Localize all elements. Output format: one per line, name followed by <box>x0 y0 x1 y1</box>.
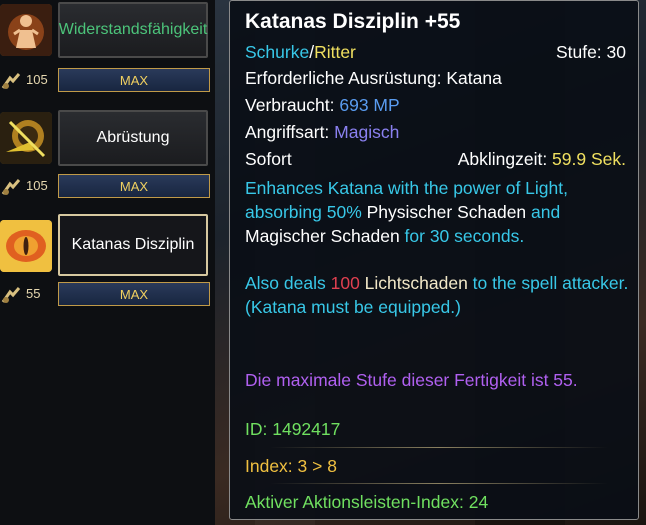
max-level-button[interactable]: MAX <box>58 282 210 306</box>
tooltip-level: Stufe: 30 <box>555 42 626 62</box>
class-rogue: Schurke <box>245 42 310 62</box>
tooltip-id: ID: 1492417 <box>245 419 341 439</box>
skill-tooltip: Katanas Disziplin +55 Schurke/Ritter Stu… <box>229 0 639 520</box>
skill-level-icon <box>1 73 21 89</box>
max-level-button[interactable]: MAX <box>58 174 210 198</box>
skill-level-icon <box>1 179 21 195</box>
skill-level-value: 55 <box>26 286 41 301</box>
tooltip-description-2: Also deals 100 Lichtschaden to the spell… <box>245 273 629 317</box>
tooltip-cast-cooldown: Sofort Abklingzeit: 59.9 Sek. <box>245 149 626 169</box>
tooltip-consumes: Verbraucht: 693 MP <box>245 95 400 115</box>
skill-level-value: 105 <box>26 72 48 87</box>
divider <box>270 483 608 484</box>
skill-level-bar: 105 MAX <box>0 68 215 94</box>
tooltip-equipment: Erforderliche Ausrüstung: Katana <box>245 68 502 88</box>
tooltip-classes: Schurke/Ritter Stufe: 30 <box>245 42 626 62</box>
skill-level-icon <box>1 287 21 303</box>
skill-level-bar: 55 MAX <box>0 282 215 308</box>
class-knight: Ritter <box>314 42 356 62</box>
skill-name-disarm[interactable]: Abrüstung <box>58 110 208 166</box>
skill-name-resistance[interactable]: Widerstandsfähigkeit <box>58 2 208 58</box>
tooltip-attack-type: Angriffsart: Magisch <box>245 122 400 142</box>
skill-list: Widerstandsfähigkeit 105 MAX Abrüstung 1… <box>0 0 215 525</box>
tooltip-description-1: Enhances Katana with the power of Light,… <box>245 178 568 246</box>
skill-level-value: 105 <box>26 178 48 193</box>
tooltip-action-index: Aktiver Aktionsleisten-Index: 24 <box>245 492 489 512</box>
resistance-icon[interactable] <box>0 4 52 56</box>
divider <box>270 447 608 448</box>
tooltip-max-level: Die maximale Stufe dieser Fertigkeit ist… <box>245 370 578 390</box>
disarm-icon[interactable] <box>0 112 52 164</box>
skill-level-bar: 105 MAX <box>0 174 215 200</box>
tooltip-index: Index: 3 > 8 <box>245 456 337 476</box>
tooltip-title: Katanas Disziplin +55 <box>245 10 461 33</box>
max-level-button[interactable]: MAX <box>58 68 210 92</box>
skill-name-katana-discipline[interactable]: Katanas Disziplin <box>58 214 208 276</box>
katana-discipline-icon[interactable] <box>0 220 52 272</box>
